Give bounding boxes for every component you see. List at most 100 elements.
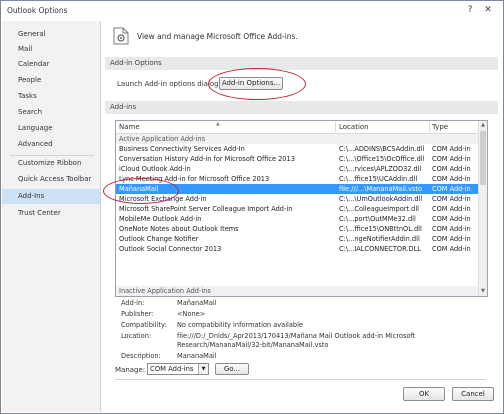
- scroll-up-icon[interactable]: ▲: [479, 121, 487, 129]
- list-header: Name ▲ Location Type: [116, 121, 478, 134]
- detail-location-label: Location:: [121, 332, 152, 340]
- addin-name: Microsoft Exchange Add-in: [119, 195, 207, 203]
- detail-description-value: MananaMail: [177, 352, 217, 360]
- close-icon[interactable]: ✕: [481, 4, 495, 16]
- addin-name: Conversation History Add-in for Microsof…: [119, 155, 295, 163]
- sidebar-item-tasks[interactable]: Tasks: [2, 89, 100, 104]
- table-row-selected[interactable]: MañanaMail file:///...\MananaMail.vsto C…: [116, 184, 478, 194]
- detail-addin-value: MañanaMail: [177, 299, 217, 307]
- scroll-thumb[interactable]: [480, 131, 486, 185]
- addin-type: COM Add-in: [432, 235, 471, 243]
- addin-type: COM Add-in: [432, 185, 471, 193]
- sidebar-item-customize-ribbon[interactable]: Customize Ribbon: [2, 156, 100, 171]
- sidebar-item-advanced[interactable]: Advanced: [2, 137, 100, 152]
- cancel-button[interactable]: Cancel: [452, 387, 494, 401]
- detail-location-value-1: file:///D:/_Dnlds/_Apr2013/170413/Mañana…: [177, 332, 416, 340]
- sidebar-item-calendar[interactable]: Calendar: [2, 57, 100, 72]
- add-ins-icon: [113, 27, 129, 45]
- sidebar-item-quick-access-toolbar[interactable]: Quick Access Toolbar: [2, 172, 100, 187]
- addin-type: COM Add-in: [432, 215, 471, 223]
- section-add-ins: Add-ins: [105, 101, 498, 114]
- help-icon[interactable]: ?: [463, 4, 477, 16]
- sidebar-item-trust-center[interactable]: Trust Center: [2, 206, 100, 221]
- detail-compatibility-label: Compatibility:: [121, 321, 167, 329]
- addin-name: MañanaMail: [119, 185, 159, 193]
- addin-name: Microsoft SharePoint Server Colleague Im…: [119, 205, 293, 213]
- window-title: Outlook Options: [7, 6, 68, 15]
- chevron-down-icon[interactable]: ▼: [198, 364, 208, 374]
- addin-location: C:\...port\OutMMe32.dll: [339, 215, 416, 223]
- divider: [115, 379, 486, 380]
- launch-options-label: Launch Add-in options dialog:: [117, 80, 221, 88]
- detail-description-label: Description:: [121, 352, 161, 360]
- detail-publisher-label: Publisher:: [121, 310, 154, 318]
- addin-location: C:\...ffice15\UCAddin.dll: [339, 175, 418, 183]
- group-inactive: Inactive Application Add-ins: [116, 286, 478, 296]
- addin-type: COM Add-in: [432, 225, 471, 233]
- add-ins-list[interactable]: Name ▲ Location Type Active Application …: [115, 120, 488, 297]
- table-row[interactable]: Outlook Social Connector 2013 C:\...IALC…: [116, 244, 478, 254]
- addin-location: file:///...\MananaMail.vsto: [339, 185, 423, 193]
- table-row[interactable]: Microsoft Exchange Add-in C:\...\UmOutlo…: [116, 194, 478, 204]
- scroll-down-icon[interactable]: ▼: [479, 287, 487, 295]
- sidebar-item-add-ins[interactable]: Add-Ins: [2, 189, 100, 204]
- table-row[interactable]: Business Connectivity Services Add-In C:…: [116, 144, 478, 154]
- table-row[interactable]: OneNote Notes about Outlook Items C:\...…: [116, 224, 478, 234]
- addin-location: C:\...IALCONNECTOR.DLL: [339, 245, 421, 253]
- addin-location: C:\...rvices\APLZOD32.dll: [339, 165, 422, 173]
- addin-name: Outlook Change Notifier: [119, 235, 199, 243]
- title-bar: Outlook Options ? ✕: [1, 1, 503, 21]
- table-row[interactable]: Outlook Change Notifier C:\...ngeNotifie…: [116, 234, 478, 244]
- column-type[interactable]: Type: [432, 123, 448, 131]
- addin-location: C:\...ColleagueImport.dll: [339, 205, 419, 213]
- addin-name: MobileMe Outlook Add-in: [119, 215, 202, 223]
- sidebar-item-language[interactable]: Language: [2, 121, 100, 136]
- table-row[interactable]: Lync Meeting Add-in for Microsoft Office…: [116, 174, 478, 184]
- addin-type: COM Add-in: [432, 195, 471, 203]
- column-divider: [335, 122, 336, 132]
- addin-name: Lync Meeting Add-in for Microsoft Office…: [119, 175, 270, 183]
- main-panel: View and manage Microsoft Office Add-ins…: [101, 21, 502, 411]
- detail-publisher-value: <None>: [177, 310, 206, 318]
- addin-type: COM Add-in: [432, 165, 471, 173]
- table-row[interactable]: MobileMe Outlook Add-in C:\...port\OutMM…: [116, 214, 478, 224]
- addin-location: C:\...ngeNotifierAddin.dll: [339, 235, 420, 243]
- addin-name: Business Connectivity Services Add-In: [119, 145, 245, 153]
- addin-name: iCloud Outlook Add-in: [119, 165, 191, 173]
- sidebar-item-people[interactable]: People: [2, 73, 100, 88]
- addin-location: C:\...\Office15\OcOffice.dll: [339, 155, 425, 163]
- sidebar-item-mail[interactable]: Mail: [2, 42, 100, 57]
- addin-type: COM Add-in: [432, 175, 471, 183]
- section-add-in-options: Add-in Options: [105, 57, 498, 70]
- manage-select[interactable]: COM Add-ins ▼: [147, 363, 209, 375]
- column-location[interactable]: Location: [339, 123, 369, 131]
- go-button[interactable]: Go...: [215, 363, 249, 375]
- addin-location: C:\...ADDINS\BCSAddin.dll: [339, 145, 425, 153]
- addin-name: Outlook Social Connector 2013: [119, 245, 222, 253]
- table-row[interactable]: Microsoft SharePoint Server Colleague Im…: [116, 204, 478, 214]
- table-row[interactable]: iCloud Outlook Add-in C:\...rvices\APLZO…: [116, 164, 478, 174]
- addin-location: C:\...ffice15\ONBttnOL.dll: [339, 225, 422, 233]
- addin-location: C:\...\UmOutlookAddin.dll: [339, 195, 423, 203]
- options-dialog: Outlook Options ? ✕ General Mail Calenda…: [0, 0, 504, 414]
- addin-type: COM Add-in: [432, 155, 471, 163]
- list-scrollbar[interactable]: ▲ ▼: [478, 121, 487, 296]
- detail-compatibility-value: No compatibility information available: [177, 321, 303, 329]
- detail-location-value-2: Research/MananaMail/32-bit/MananaMail.vs…: [177, 341, 329, 349]
- add-in-options-button[interactable]: Add-in Options...: [219, 77, 283, 90]
- table-row[interactable]: Conversation History Add-in for Microsof…: [116, 154, 478, 164]
- sidebar: General Mail Calendar People Tasks Searc…: [2, 21, 101, 412]
- group-active: Active Application Add-ins: [116, 134, 478, 144]
- ok-button[interactable]: OK: [403, 387, 445, 401]
- column-divider: [429, 122, 430, 132]
- page-description: View and manage Microsoft Office Add-ins…: [137, 32, 298, 41]
- sidebar-item-general[interactable]: General: [2, 27, 100, 42]
- sidebar-item-search[interactable]: Search: [2, 105, 100, 120]
- addin-type: COM Add-in: [432, 205, 471, 213]
- column-name[interactable]: Name: [119, 123, 140, 131]
- manage-select-value: COM Add-ins: [150, 365, 194, 373]
- sort-icon: ▲: [216, 121, 220, 127]
- addin-type: COM Add-in: [432, 245, 471, 253]
- manage-label: Manage:: [115, 366, 146, 374]
- addin-name: OneNote Notes about Outlook Items: [119, 225, 239, 233]
